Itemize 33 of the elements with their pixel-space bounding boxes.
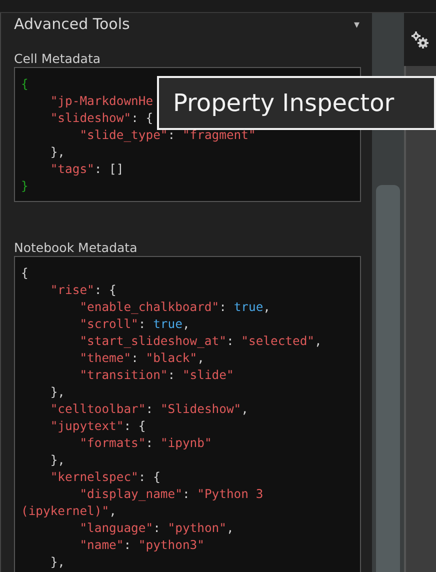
- scrollbar-thumb[interactable]: [376, 185, 400, 572]
- code-line: "kernelspec": {: [49, 469, 160, 486]
- code-line: },: [49, 554, 66, 571]
- gears-icon: [411, 30, 429, 48]
- code-line: }: [21, 178, 28, 195]
- section-label: Cell Metadata: [14, 51, 102, 67]
- code-line: "theme": "black",: [78, 350, 204, 367]
- collapse-button[interactable]: ▾: [354, 18, 360, 30]
- code-line: "slide_type": "fragment": [78, 127, 256, 144]
- metadata-editor[interactable]: [14, 256, 361, 572]
- code-line: "formats": "ipynb": [78, 435, 212, 452]
- code-line: },: [49, 144, 66, 161]
- code-line: "tags": []: [49, 161, 124, 178]
- code-line: "display_name": "Python 3: [78, 486, 264, 503]
- code-line: "jupytext": {: [49, 418, 146, 435]
- code-line: {: [21, 265, 28, 282]
- code-line: "transition": "slide": [78, 367, 234, 384]
- tooltip: Property Inspector: [157, 76, 436, 130]
- section-label: Notebook Metadata: [14, 240, 138, 256]
- code-line: "slideshow": {: [49, 110, 154, 127]
- code-line: "scroll": true,: [78, 316, 190, 333]
- code-line: "jp-MarkdownHe: [49, 93, 154, 110]
- panel-title: Advanced Tools: [14, 15, 130, 33]
- code-line: "rise": {: [49, 282, 116, 299]
- code-line: {: [21, 76, 28, 93]
- code-line: "language": "python",: [78, 520, 234, 537]
- code-line: "enable_chalkboard": true,: [78, 299, 271, 316]
- code-line: "name": "python3": [78, 537, 204, 554]
- code-line: },: [49, 384, 66, 401]
- code-line: "start_slideshow_at": "selected",: [78, 333, 322, 350]
- code-line: (ipykernel)",: [21, 503, 116, 520]
- code-line: "celltoolbar": "Slideshow",: [49, 401, 248, 418]
- code-line: },: [49, 452, 66, 469]
